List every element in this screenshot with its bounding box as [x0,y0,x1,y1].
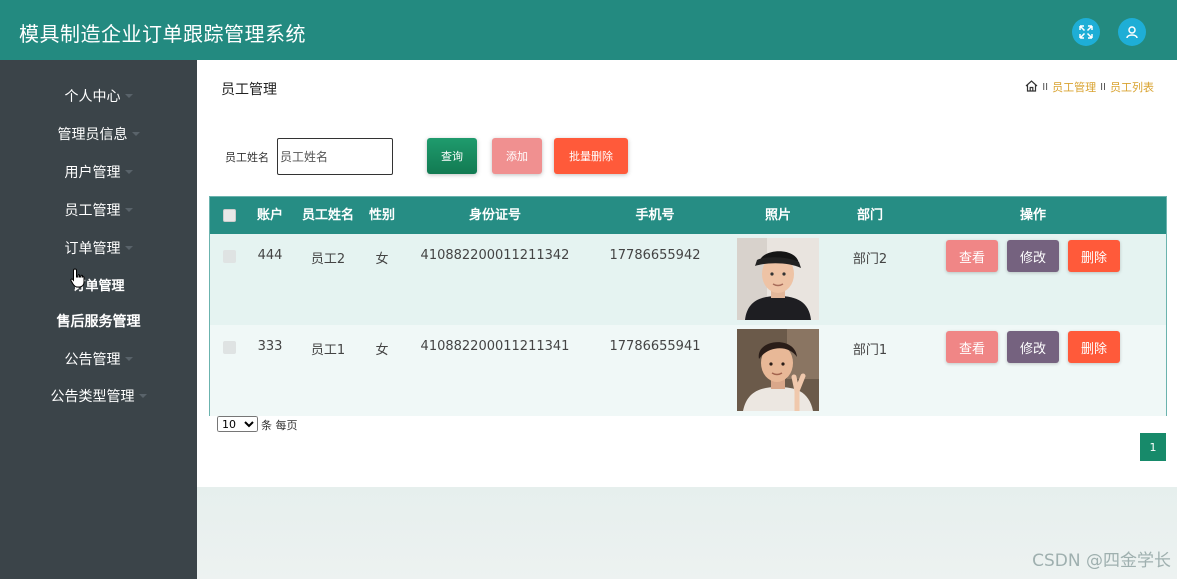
watermark: CSDN @四金学长 [1032,551,1171,571]
column-header: 身份证号 [468,208,521,223]
sidebar-item-user-management[interactable]: 用户管理 [0,157,197,187]
breadcrumb: II 员工管理 II 员工列表 [1025,79,1154,95]
content-footer-area [197,487,1177,579]
sidebar-item-announcement-type[interactable]: 公告类型管理 [0,381,197,411]
top-bar: 模具制造企业订单跟踪管理系统 [0,0,1177,60]
home-icon[interactable] [1025,79,1038,95]
page-title: 员工管理 [221,82,277,98]
breadcrumb-separator: II [1042,81,1049,93]
column-header: 员工姓名 [301,208,354,223]
sidebar-item-label: 订单管理 [64,241,121,257]
cell-gender: 女 [375,343,389,358]
user-icon[interactable] [1118,18,1146,46]
sidebar-item-label: 用户管理 [64,165,121,181]
cell-phone: 17786655941 [609,339,701,354]
cell-gender: 女 [375,252,389,267]
caret-down-icon [124,170,133,174]
breadcrumb-item[interactable]: 员工列表 [1110,79,1154,95]
row-checkbox[interactable] [223,250,236,263]
select-all-checkbox[interactable] [223,209,236,222]
cell-department: 部门2 [852,252,888,267]
sidebar-item-personal-center[interactable]: 个人中心 [0,81,197,111]
cell-name: 员工2 [310,252,346,267]
column-header: 操作 [1019,208,1046,223]
table-row: 444 员工2 女 410882200011211342 17786655942 [210,234,1166,325]
caret-down-icon [124,208,133,212]
batch-delete-button[interactable]: 批量删除 [554,138,628,174]
sidebar-item-after-sales[interactable]: 售后服务管理 [0,306,197,336]
sidebar-subitem-order-management[interactable]: 订单管理 [0,269,197,299]
column-header: 手机号 [635,208,675,223]
cell-id-number: 410882200011211342 [420,248,570,263]
sidebar-item-announcement[interactable]: 公告管理 [0,344,197,374]
table-row: 333 员工1 女 410882200011211341 17786655941 [210,325,1166,416]
fullscreen-icon[interactable] [1072,18,1100,46]
sidebar-item-order-management[interactable]: 订单管理 [0,233,197,263]
employee-name-search-input[interactable] [277,138,393,175]
view-button[interactable]: 查看 [946,331,998,363]
view-button[interactable]: 查看 [946,240,998,272]
sidebar-item-label: 管理员信息 [57,127,128,143]
cell-id-number: 410882200011211341 [420,339,570,354]
sidebar-item-label: 个人中心 [64,89,121,105]
hand-cursor-icon [70,268,86,292]
search-label: 员工姓名 [225,151,269,164]
caret-down-icon [124,357,133,361]
cell-name: 员工1 [310,343,346,358]
cell-account: 444 [257,248,283,263]
page-size-label: 条 每页 [261,419,298,432]
app-title: 模具制造企业订单跟踪管理系统 [19,22,306,46]
add-button[interactable]: 添加 [492,138,542,174]
column-header: 照片 [764,208,791,223]
caret-down-icon [131,132,140,136]
sidebar-item-label: 公告类型管理 [50,389,135,405]
table-header: 账户 员工姓名 性别 身份证号 手机号 照片 部门 操作 [210,197,1166,234]
query-button[interactable]: 查询 [427,138,477,174]
delete-button[interactable]: 删除 [1068,331,1120,363]
cell-department: 部门1 [852,343,888,358]
sidebar-item-label: 员工管理 [64,203,121,219]
employee-photo [737,329,819,411]
main-content: 员工管理 II 员工管理 II 员工列表 员工姓名 查询 添加 批量删除 账户 … [197,60,1177,487]
cell-phone: 17786655942 [609,248,701,263]
cell-account: 333 [257,339,283,354]
sidebar-item-label: 公告管理 [64,352,121,368]
column-header: 部门 [856,208,883,223]
breadcrumb-item[interactable]: 员工管理 [1052,79,1096,95]
caret-down-icon [124,246,133,250]
column-header: 账户 [256,208,283,223]
employee-photo [737,238,819,320]
caret-down-icon [124,94,133,98]
sidebar: 个人中心 管理员信息 用户管理 员工管理 订单管理 订单管理 售后服务管理 公告… [0,60,197,579]
breadcrumb-separator: II [1100,81,1106,93]
sidebar-item-admin-info[interactable]: 管理员信息 [0,119,197,149]
page-size-select[interactable]: 10 [217,416,258,432]
caret-down-icon [138,394,147,398]
page-number-button[interactable]: 1 [1140,433,1166,461]
employee-table: 账户 员工姓名 性别 身份证号 手机号 照片 部门 操作 444 员工2 女 4… [209,196,1167,416]
sidebar-item-employee-management[interactable]: 员工管理 [0,195,197,225]
edit-button[interactable]: 修改 [1007,331,1059,363]
column-header: 性别 [368,208,395,223]
row-checkbox[interactable] [223,341,236,354]
edit-button[interactable]: 修改 [1007,240,1059,272]
sidebar-item-label: 售后服务管理 [56,314,141,330]
delete-button[interactable]: 删除 [1068,240,1120,272]
